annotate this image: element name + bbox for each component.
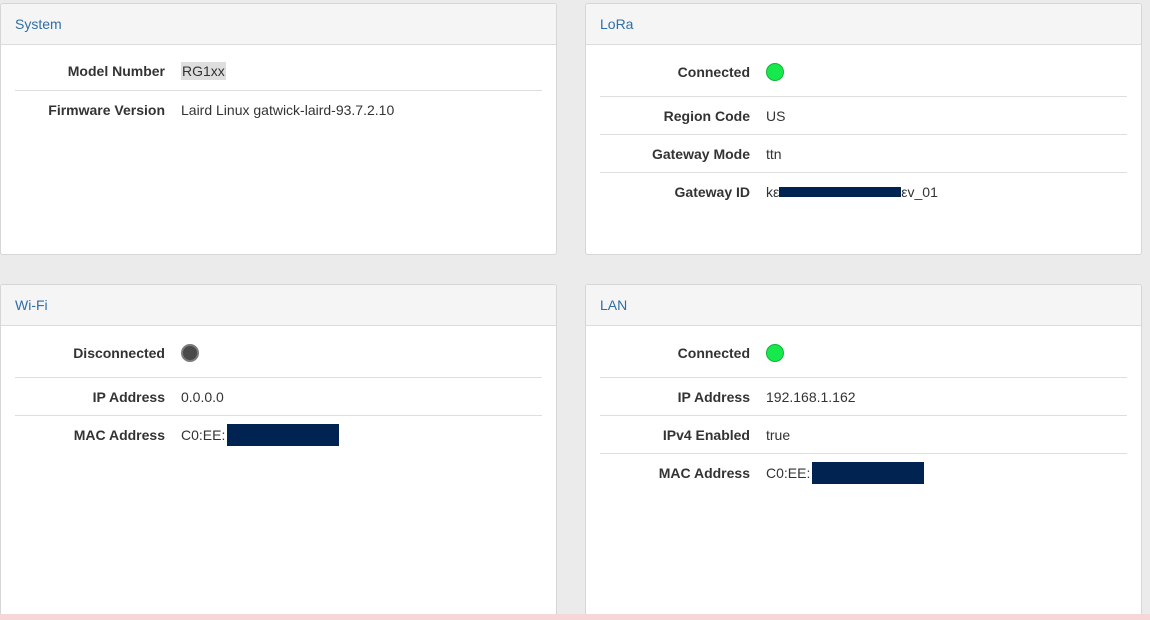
lan-ipv4-row: IPv4 Enabled true — [600, 416, 1127, 454]
wifi-ip-row: IP Address 0.0.0.0 — [15, 378, 542, 416]
wifi-panel: Wi-Fi Disconnected IP Address 0.0.0.0 MA… — [0, 284, 557, 620]
wifi-status-row: Disconnected — [15, 329, 542, 378]
lora-panel: LoRa Connected Region Code US Gateway Mo… — [585, 3, 1142, 255]
lan-mac-redaction — [812, 461, 925, 484]
lan-mac-value: C0:EE: — [766, 461, 925, 484]
wifi-ip-label: IP Address — [92, 388, 165, 405]
wifi-ip-value: 0.0.0.0 — [181, 388, 224, 405]
system-panel-title: System — [1, 4, 556, 45]
lan-status-label: Connected — [677, 345, 750, 361]
region-code-label: Region Code — [663, 107, 750, 124]
wifi-mac-prefix: C0:EE: — [181, 426, 226, 443]
firmware-version-label: Firmware Version — [48, 101, 165, 118]
lan-ip-value: 192.168.1.162 — [766, 388, 856, 405]
wifi-mac-redaction — [227, 423, 340, 446]
gateway-mode-value: ttn — [766, 145, 782, 162]
model-number-label: Model Number — [67, 62, 165, 79]
firmware-version-row: Firmware Version Laird Linux gatwick-lai… — [15, 91, 542, 128]
wifi-panel-title: Wi-Fi — [1, 285, 556, 326]
lan-ipv4-label: IPv4 Enabled — [662, 426, 750, 443]
gateway-id-value: kε εv_01 — [766, 184, 938, 200]
wifi-mac-label: MAC Address — [73, 426, 165, 443]
lan-panel: LAN Connected IP Address 192.168.1.162 I… — [585, 284, 1142, 620]
bottom-notification-strip — [0, 614, 1150, 620]
gateway-id-label: Gateway ID — [674, 183, 750, 200]
lan-mac-label: MAC Address — [658, 464, 750, 481]
lan-ipv4-value: true — [766, 426, 791, 443]
region-code-row: Region Code US — [600, 97, 1127, 135]
gateway-id-redaction — [779, 186, 902, 197]
gray-led-icon — [181, 344, 199, 362]
gateway-id-prefix: kε — [766, 183, 780, 200]
gateway-mode-label: Gateway Mode — [651, 145, 750, 162]
wifi-mac-row: MAC Address C0:EE: — [15, 416, 542, 453]
model-number-value: RG1xx — [181, 61, 226, 80]
firmware-version-value: Laird Linux gatwick-laird-93.7.2.10 — [181, 101, 395, 118]
lora-panel-title: LoRa — [586, 4, 1141, 45]
lora-status-label: Connected — [677, 64, 750, 80]
lan-mac-row: MAC Address C0:EE: — [600, 454, 1127, 491]
gateway-id-suffix: εv_01 — [901, 183, 938, 200]
lora-status-row: Connected — [600, 48, 1127, 97]
green-led-icon — [766, 344, 784, 362]
lan-ip-row: IP Address 192.168.1.162 — [600, 378, 1127, 416]
lan-mac-prefix: C0:EE: — [766, 464, 811, 481]
lan-ip-label: IP Address — [677, 388, 750, 405]
wifi-mac-value: C0:EE: — [181, 423, 340, 446]
green-led-icon — [766, 63, 784, 81]
wifi-status-label: Disconnected — [73, 345, 165, 361]
lan-status-row: Connected — [600, 329, 1127, 378]
system-panel: System Model Number RG1xx Firmware Versi… — [0, 3, 557, 255]
lan-panel-title: LAN — [586, 285, 1141, 326]
model-number-row: Model Number RG1xx — [15, 51, 542, 91]
region-code-value: US — [766, 107, 786, 124]
gateway-mode-row: Gateway Mode ttn — [600, 135, 1127, 173]
gateway-id-row: Gateway ID kε εv_01 — [600, 173, 1127, 210]
